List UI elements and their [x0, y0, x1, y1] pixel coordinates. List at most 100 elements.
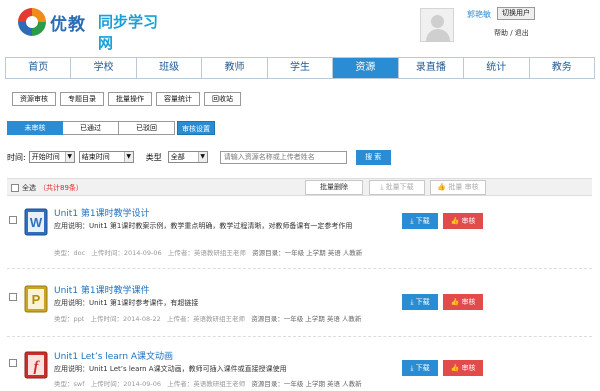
bulk-audit-label: 批量 审核	[448, 183, 479, 191]
nav-live[interactable]: 录直播	[399, 58, 465, 78]
bulk-toolbar: 全选 （共计89条） 批量删除 ⤓ 批量下载 👍 批量 审核	[7, 178, 592, 196]
item-meta: 类型：ppt 上传时间：2014-08-22 上传者：英语教研组王老师 资源目录…	[54, 313, 361, 323]
type-label: 类型	[145, 152, 162, 162]
bulk-download-label: 批量下载	[385, 183, 414, 191]
download-button[interactable]: ⤓ 下载	[402, 294, 438, 310]
nav-teacher[interactable]: 教师	[202, 58, 268, 78]
item-meta: 类型：doc 上传时间：2014-09-06 上传者：英语教研组王老师 资源目录…	[54, 247, 362, 257]
svg-text:P: P	[32, 292, 41, 307]
bulk-download-button[interactable]: ⤓ 批量下载	[369, 180, 425, 195]
thumbs-up-icon: 👍	[450, 217, 462, 225]
logo-sub-text: 同步学习网	[98, 13, 159, 52]
bulk-audit-button[interactable]: 👍 批量 审核	[430, 180, 486, 195]
resource-subtabs: 资源审核 专题目录 批量操作 容量统计 回收站	[12, 92, 245, 106]
tab-pending[interactable]: 未审核	[7, 121, 63, 135]
download-label: 下载	[415, 217, 430, 225]
switch-user-button[interactable]: 切换用户	[497, 7, 535, 20]
download-button[interactable]: ⤓ 下载	[402, 213, 438, 229]
tab-rejected[interactable]: 已驳回	[119, 121, 175, 135]
item-uploader: 上传者：英语教研组王老师	[167, 249, 246, 257]
audit-settings-button[interactable]: 审核设置	[177, 121, 215, 135]
tab-approved[interactable]: 已通过	[63, 121, 119, 135]
avatar[interactable]	[420, 8, 454, 42]
nav-student[interactable]: 学生	[268, 58, 334, 78]
list-item: W Unit1 第1课时教学设计 应用说明：Unit1 第1课时教案示例，教学重…	[7, 204, 592, 264]
download-label: 下载	[415, 364, 430, 372]
item-uploader: 上传者：英语教研组王老师	[167, 380, 246, 388]
item-description: 应用说明：Unit1 第1课时教案示例，教学重点明确，教学过程清晰，对教师备课有…	[54, 222, 353, 230]
download-label: 下载	[415, 298, 430, 306]
nav-academic[interactable]: 教务	[530, 58, 594, 78]
word-icon: W	[24, 208, 48, 236]
audit-label: 审核	[461, 217, 476, 225]
subtab-recycle-bin[interactable]: 回收站	[204, 92, 241, 106]
audit-button[interactable]: 👍 审核	[443, 294, 483, 310]
avatar-body-icon	[426, 29, 450, 42]
item-title[interactable]: Unit1 第1课时教学课件	[54, 283, 150, 296]
audit-status-tabs: 未审核 已通过 已驳回	[7, 121, 175, 135]
divider	[7, 336, 592, 337]
download-button[interactable]: ⤓ 下载	[402, 360, 438, 376]
item-upload-time: 上传时间：2014-08-22	[90, 315, 161, 323]
total-count: （共计89条）	[39, 184, 83, 192]
search-input[interactable]: 请输入资源名称或上传者姓名	[219, 150, 347, 164]
end-time-select[interactable]: 结束时间 ▼	[78, 151, 134, 163]
item-description: 应用说明：Unit1 Let’s learn A课文动画，教师可插入课件或直接授…	[54, 365, 287, 373]
thumbs-up-icon: 👍	[450, 298, 462, 306]
thumbs-up-icon: 👍	[437, 183, 449, 191]
logo-main-text: 优教	[50, 15, 86, 35]
audit-label: 审核	[461, 298, 476, 306]
item-upload-time: 上传时间：2014-09-06	[91, 249, 162, 257]
item-title[interactable]: Unit1 第1课时教学设计	[54, 206, 150, 219]
item-description: 应用说明：Unit1 第1课时参考课件，有超链接	[54, 299, 199, 307]
filter-bar: 时间: 开始时间 ▼ 结束时间 ▼ 类型 全部 ▼ 请输入资源名称或上传者姓名 …	[7, 149, 391, 165]
powerpoint-icon: P	[24, 285, 48, 313]
item-upload-time: 上传时间：2014-09-06	[90, 380, 161, 388]
chevron-down-icon: ▼	[197, 152, 207, 162]
type-select[interactable]: 全部 ▼	[167, 151, 208, 163]
main-nav: 首页 学校 班级 教师 学生 资源 录直播 统计 教务	[5, 57, 595, 79]
nav-home[interactable]: 首页	[6, 58, 72, 78]
end-time-value: 结束时间	[81, 153, 110, 161]
audit-button[interactable]: 👍 审核	[443, 360, 483, 376]
subtab-batch-operation[interactable]: 批量操作	[108, 92, 152, 106]
search-button[interactable]: 搜 索	[355, 149, 391, 165]
subtab-capacity-stats[interactable]: 容量统计	[156, 92, 200, 106]
divider	[7, 268, 592, 269]
nav-school[interactable]: 学校	[71, 58, 137, 78]
item-checkbox[interactable]	[9, 359, 17, 367]
nav-statistics[interactable]: 统计	[464, 58, 530, 78]
username[interactable]: 郭艳敏	[467, 9, 491, 20]
item-directory: 资源目录：一年级 上学期 英语 人教新	[251, 380, 362, 388]
select-all-label: 全选	[22, 184, 36, 192]
svg-text:W: W	[30, 215, 43, 230]
thumbs-up-icon: 👍	[450, 364, 462, 372]
item-uploader: 上传者：英语教研组王老师	[167, 315, 245, 323]
item-checkbox[interactable]	[9, 216, 17, 224]
avatar-head-icon	[431, 15, 444, 28]
nav-resource[interactable]: 资源	[333, 58, 399, 78]
header: 优教 同步学习网 郭艳敏 切换用户 帮助 / 退出	[0, 0, 600, 56]
subtab-topic-directory[interactable]: 专题目录	[60, 92, 104, 106]
item-type: 类型：ppt	[54, 315, 85, 323]
select-all-checkbox[interactable]	[11, 184, 19, 192]
logo[interactable]: 优教 同步学习网	[16, 6, 166, 52]
select-all[interactable]: 全选 （共计89条）	[11, 183, 83, 193]
item-title[interactable]: Unit1 Let’s learn A课文动画	[54, 349, 173, 362]
audit-label: 审核	[461, 364, 476, 372]
start-time-select[interactable]: 开始时间 ▼	[28, 151, 75, 163]
bulk-delete-button[interactable]: 批量删除	[305, 180, 363, 195]
subtab-resource-audit[interactable]: 资源审核	[12, 92, 56, 106]
item-type: 类型：doc	[54, 249, 86, 257]
item-checkbox[interactable]	[9, 293, 17, 301]
item-type: 类型：swf	[54, 380, 85, 388]
help-logout-links[interactable]: 帮助 / 退出	[494, 28, 529, 38]
type-value: 全部	[170, 153, 185, 161]
item-directory: 资源目录：一年级 上学期 英语 人教新	[252, 249, 363, 257]
item-directory: 资源目录：一年级 上学期 英语 人教新	[251, 315, 362, 323]
time-label: 时间:	[7, 152, 26, 162]
audit-button[interactable]: 👍 审核	[443, 213, 483, 229]
nav-class[interactable]: 班级	[137, 58, 203, 78]
item-meta: 类型：swf 上传时间：2014-09-06 上传者：英语教研组王老师 资源目录…	[54, 378, 362, 388]
list-item: f Unit1 Let’s learn A课文动画 应用说明：Unit1 Let…	[7, 347, 592, 391]
